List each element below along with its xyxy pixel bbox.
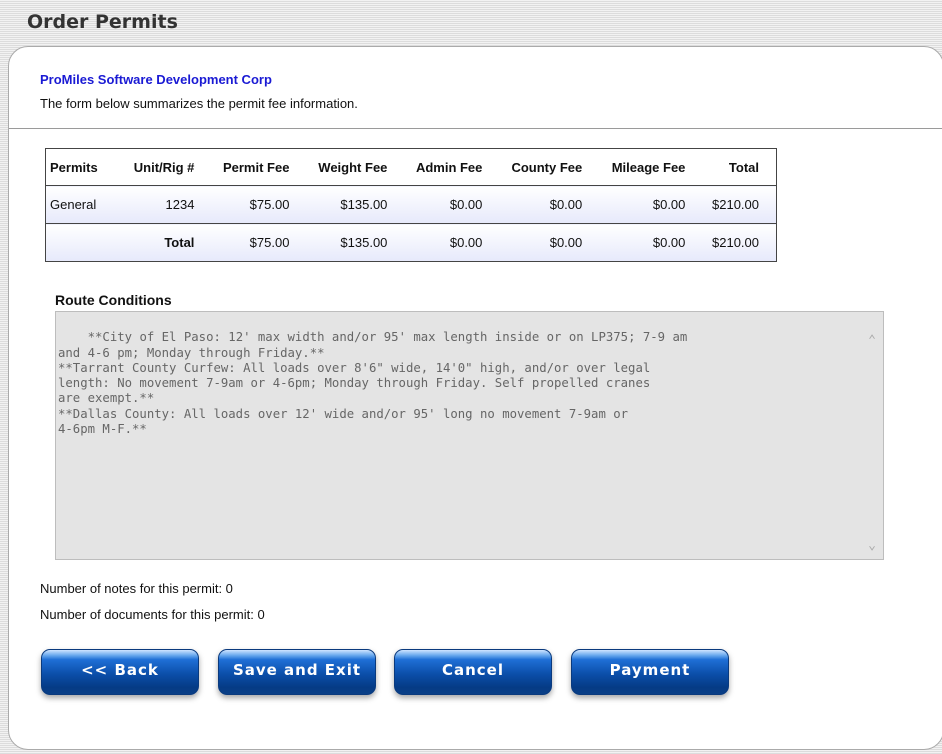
save-and-exit-button[interactable]: Save and Exit bbox=[218, 649, 376, 695]
cell-total-admin-fee: $0.00 bbox=[401, 223, 497, 262]
cell-total-mileage-fee: $0.00 bbox=[596, 223, 700, 262]
column-header-permits: Permits bbox=[45, 148, 120, 186]
cancel-button[interactable]: Cancel bbox=[394, 649, 552, 695]
cell-county-fee: $0.00 bbox=[496, 185, 597, 224]
notes-count: Number of notes for this permit: 0 bbox=[40, 581, 233, 596]
column-header-county-fee: County Fee bbox=[496, 148, 597, 186]
cell-total: $210.00 bbox=[699, 185, 777, 224]
main-panel: ProMiles Software Development Corp The f… bbox=[8, 46, 942, 750]
back-button[interactable]: << Back bbox=[41, 649, 199, 695]
fee-table-header-row: Permits Unit/Rig # Permit Fee Weight Fee… bbox=[45, 148, 777, 186]
route-conditions-label: Route Conditions bbox=[55, 292, 172, 308]
payment-button[interactable]: Payment bbox=[571, 649, 729, 695]
column-header-total: Total bbox=[699, 148, 777, 186]
cell-grand-total: $210.00 bbox=[699, 223, 777, 262]
cell-permit-fee: $75.00 bbox=[208, 185, 304, 224]
column-header-admin-fee: Admin Fee bbox=[401, 148, 497, 186]
total-row: Total $75.00 $135.00 $0.00 $0.00 $0.00 $… bbox=[45, 223, 777, 262]
column-header-unit-rig: Unit/Rig # bbox=[119, 148, 209, 186]
cell-total-label: Total bbox=[119, 223, 209, 262]
cell-total-permit-fee: $75.00 bbox=[208, 223, 304, 262]
route-conditions-text: **City of El Paso: 12' max width and/or … bbox=[58, 330, 688, 437]
cell-unit-rig: 1234 bbox=[119, 185, 209, 224]
chevron-up-icon[interactable]: ⌃ bbox=[865, 334, 879, 348]
column-header-mileage-fee: Mileage Fee bbox=[596, 148, 700, 186]
documents-count: Number of documents for this permit: 0 bbox=[40, 607, 265, 622]
route-conditions-textarea[interactable]: **City of El Paso: 12' max width and/or … bbox=[55, 311, 884, 560]
page-title: Order Permits bbox=[27, 11, 178, 33]
divider bbox=[9, 128, 942, 129]
cell-total-county-fee: $0.00 bbox=[496, 223, 597, 262]
cell-permit: General bbox=[45, 185, 120, 224]
cell-admin-fee: $0.00 bbox=[401, 185, 497, 224]
column-header-weight-fee: Weight Fee bbox=[303, 148, 402, 186]
route-conditions-scrollbar[interactable]: ⌃ ⌄ bbox=[861, 312, 883, 559]
fee-table: Permits Unit/Rig # Permit Fee Weight Fee… bbox=[45, 148, 777, 262]
table-row: General 1234 $75.00 $135.00 $0.00 $0.00 … bbox=[45, 185, 777, 224]
cell-total-weight-fee: $135.00 bbox=[303, 223, 402, 262]
cell-weight-fee: $135.00 bbox=[303, 185, 402, 224]
cell-mileage-fee: $0.00 bbox=[596, 185, 700, 224]
chevron-down-icon[interactable]: ⌄ bbox=[865, 539, 879, 553]
company-name: ProMiles Software Development Corp bbox=[40, 72, 272, 87]
cell-total-blank bbox=[45, 223, 120, 262]
column-header-permit-fee: Permit Fee bbox=[208, 148, 304, 186]
summary-text: The form below summarizes the permit fee… bbox=[40, 96, 358, 111]
